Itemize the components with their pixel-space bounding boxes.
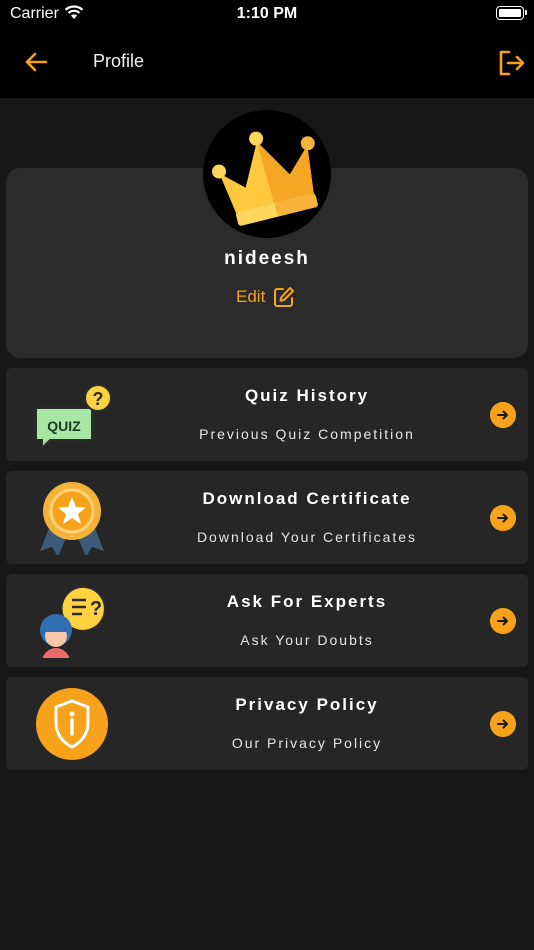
- edit-label: Edit: [236, 287, 266, 306]
- quiz-icon: QUIZ ?: [35, 384, 112, 451]
- chevron-right-icon[interactable]: [490, 402, 516, 428]
- menu-item-ask-for-experts[interactable]: ? Ask For Experts Ask Your Doubts: [6, 574, 528, 667]
- username: nideesh: [224, 248, 310, 269]
- chevron-right-icon[interactable]: [490, 608, 516, 634]
- menu-title: Quiz History: [244, 386, 370, 405]
- menu-subtitle: Download Your Certificates: [196, 529, 418, 545]
- chevron-right-icon[interactable]: [490, 505, 516, 531]
- avatar: [203, 110, 331, 238]
- menu-item-download-certificate[interactable]: Download Certificate Download Your Certi…: [6, 471, 528, 564]
- shield-info-icon: [36, 688, 108, 760]
- page-title: Profile: [93, 51, 145, 71]
- svg-text:QUIZ: QUIZ: [47, 418, 81, 434]
- medal-icon: [40, 482, 104, 555]
- edit-profile-button[interactable]: Edit: [236, 285, 295, 309]
- logout-icon[interactable]: [496, 48, 526, 78]
- menu-title: Privacy Policy: [235, 695, 379, 714]
- svg-text:?: ?: [90, 598, 102, 620]
- menu-item-quiz-history[interactable]: QUIZ ? Quiz History Previous Quiz Compet…: [6, 368, 528, 461]
- status-bar: Carrier 1:10 PM: [0, 0, 534, 28]
- nav-bar: Profile: [0, 28, 534, 98]
- svg-text:?: ?: [93, 389, 104, 409]
- menu-subtitle: Previous Quiz Competition: [199, 426, 415, 442]
- menu-title: Ask For Experts: [226, 592, 388, 611]
- edit-icon: [274, 287, 295, 307]
- menu-item-privacy-policy[interactable]: Privacy Policy Our Privacy Policy: [6, 677, 528, 770]
- battery-icon: [496, 6, 527, 20]
- expert-icon: ?: [40, 585, 106, 658]
- crown-icon: [211, 131, 318, 226]
- menu-title: Download Certificate: [202, 489, 412, 508]
- menu-subtitle: Our Privacy Policy: [231, 735, 383, 751]
- clock: 1:10 PM: [236, 5, 298, 22]
- back-arrow-icon[interactable]: [22, 48, 50, 76]
- chevron-right-icon[interactable]: [490, 711, 516, 737]
- menu-subtitle: Ask Your Doubts: [240, 632, 374, 648]
